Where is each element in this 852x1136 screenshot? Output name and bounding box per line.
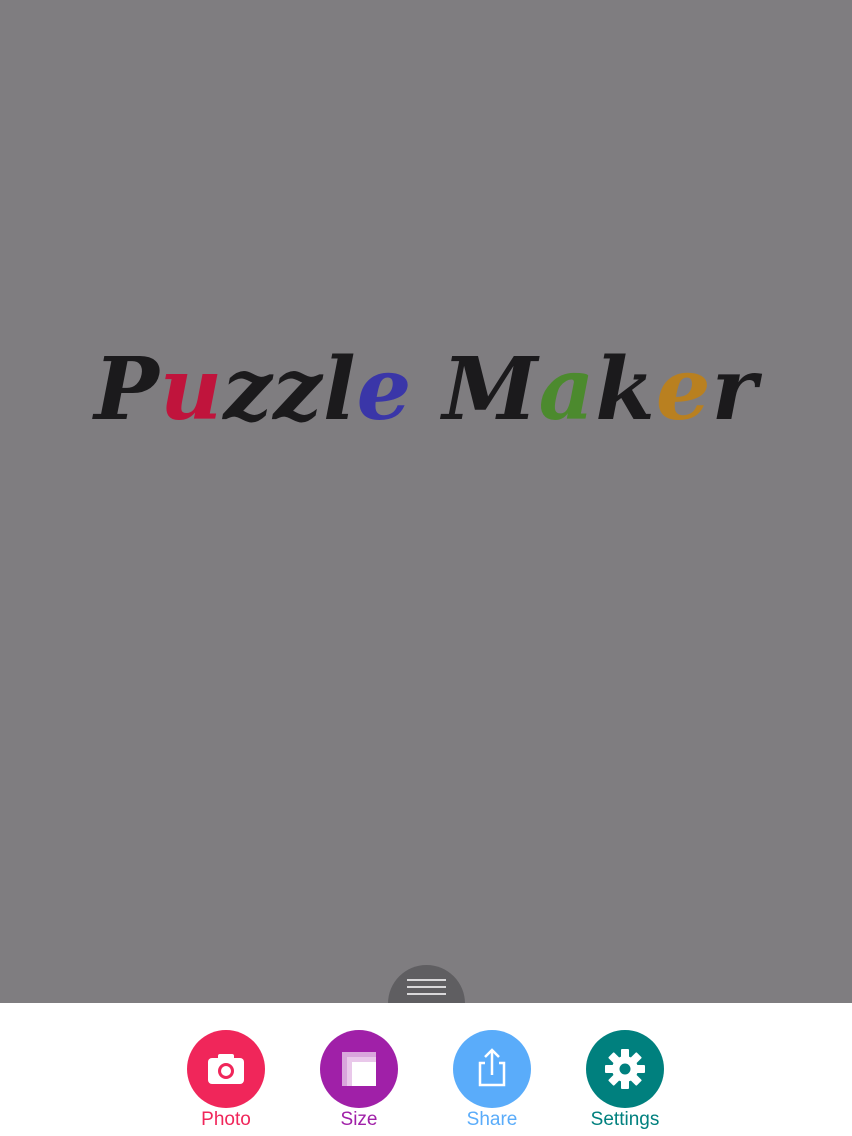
menu-lines-icon: [407, 979, 446, 1000]
logo-letter: a: [538, 339, 596, 440]
camera-icon: [208, 1054, 244, 1084]
logo-letter: P: [94, 339, 160, 440]
logo-letter: e: [655, 339, 712, 440]
size-button-circle[interactable]: [320, 1030, 398, 1108]
logo-letter: z: [273, 339, 323, 440]
settings-button-circle[interactable]: [586, 1030, 664, 1108]
puzzle-canvas[interactable]: Puzzle Maker: [0, 0, 852, 1003]
settings-button[interactable]: Settings: [575, 1030, 675, 1131]
share-icon: [478, 1048, 506, 1087]
logo-letter: e: [356, 339, 413, 440]
share-button[interactable]: Share: [442, 1030, 542, 1131]
logo-letter: u: [159, 339, 224, 440]
bottom-toolbar: Photo Size Share Settings: [0, 1003, 852, 1136]
photo-button-circle[interactable]: [187, 1030, 265, 1108]
share-label: Share: [466, 1109, 518, 1130]
size-button[interactable]: Size: [309, 1030, 409, 1131]
logo-letter: k: [595, 339, 656, 440]
share-button-circle[interactable]: [453, 1030, 531, 1108]
app-logo-title: Puzzle Maker: [0, 330, 852, 450]
logo-letter: r: [711, 339, 758, 440]
photo-button[interactable]: Photo: [176, 1030, 276, 1131]
logo-letter: M: [442, 339, 539, 440]
settings-label: Settings: [590, 1109, 660, 1130]
logo-letter: l: [322, 339, 357, 440]
photo-label: Photo: [201, 1109, 251, 1130]
gear-icon: [605, 1049, 645, 1089]
size-label: Size: [340, 1109, 378, 1130]
logo-letter: z: [223, 339, 274, 440]
size-frames-icon: [342, 1052, 376, 1086]
